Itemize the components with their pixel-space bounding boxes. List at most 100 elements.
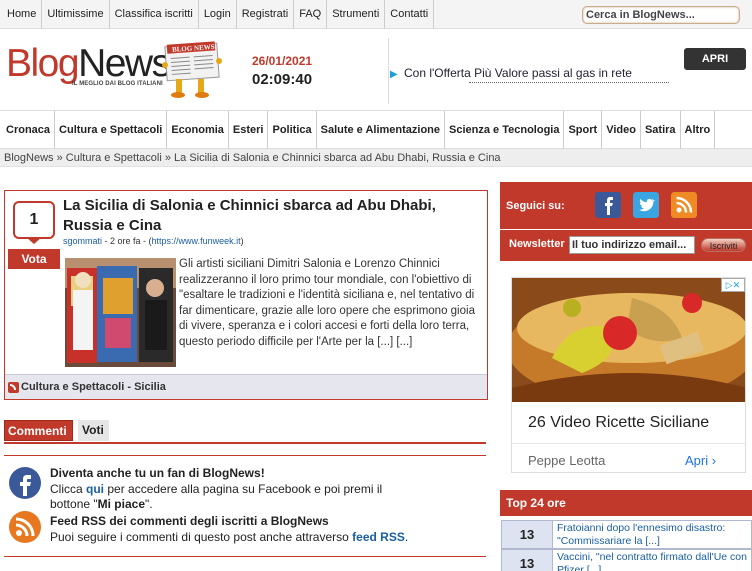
cat-sport[interactable]: Sport xyxy=(564,111,603,149)
vote-count-pointer xyxy=(26,237,42,244)
newsletter-bar: Newsletter Iscriviti xyxy=(500,230,752,261)
cat-video[interactable]: Video xyxy=(602,111,641,149)
nav-login[interactable]: Login xyxy=(199,0,237,29)
sidebar-ad-divider xyxy=(512,443,745,444)
facebook-icon[interactable] xyxy=(595,192,621,218)
breadcrumb-current: La Sicilia di Salonia e Chinnici sbarca … xyxy=(174,152,501,164)
article-image[interactable] xyxy=(65,258,176,367)
newsletter-email-input[interactable] xyxy=(569,236,695,254)
rss-feed-link[interactable]: feed RSS xyxy=(352,530,405,544)
article-meta: sgommati - 2 ore fa - (https://www.funwe… xyxy=(63,236,244,246)
article-author[interactable]: sgommati xyxy=(63,236,102,246)
current-time: 02:09:40 xyxy=(252,71,313,88)
cat-politica[interactable]: Politica xyxy=(268,111,317,149)
facebook-fan-line1a: Clicca xyxy=(50,481,87,496)
facebook-fan-heading: Diventa anche tu un fan di BlogNews! xyxy=(50,466,265,480)
breadcrumb-category[interactable]: Cultura e Spettacoli xyxy=(66,152,162,164)
facebook-fan-line2b: ". xyxy=(145,497,153,511)
logo[interactable]: BlogNews xyxy=(6,42,171,85)
article-time: - 2 ore fa - ( xyxy=(104,236,152,246)
article-title[interactable]: La Sicilia di Salonia e Chinnici sbarca … xyxy=(63,196,483,236)
sidebar-ad[interactable]: ▷✕ 26 Video Ricette Siciliane Peppe Leot… xyxy=(511,277,746,473)
twitter-icon[interactable] xyxy=(633,192,659,218)
nav-ultimissime[interactable]: Ultimissime xyxy=(42,0,110,29)
article-source-link[interactable]: https://www.funweek.it xyxy=(152,236,241,246)
breadcrumb-separator: » xyxy=(164,152,171,164)
sidebar-ad-open-link[interactable]: Apri › xyxy=(685,453,716,468)
facebook-fan-link[interactable]: qui xyxy=(86,482,104,496)
article-excerpt: Gli artisti siciliani Dimitri Salonia e … xyxy=(179,258,475,348)
top24-item[interactable]: 13 Vaccini, "nel contratto firmato dall'… xyxy=(501,549,752,571)
mi-piace-label: Mi piace xyxy=(97,497,145,511)
cat-cultura-e-spettacoli[interactable]: Cultura e Spettacoli xyxy=(55,111,168,149)
article-category[interactable]: Cultura e Spettacoli - Sicilia xyxy=(21,381,166,393)
newsletter-label: Newsletter xyxy=(509,238,565,250)
fan-box: Diventa anche tu un fan di BlogNews! Cli… xyxy=(4,455,486,555)
rss-fan-line-a: Puoi seguire i commenti di questo post a… xyxy=(50,529,353,544)
cat-altro[interactable]: Altro xyxy=(681,111,716,149)
nav-registrati[interactable]: Registrati xyxy=(237,0,295,29)
article-card: 1 Vota La Sicilia di Salonia e Chinnici … xyxy=(4,190,488,400)
facebook-icon[interactable] xyxy=(8,466,42,500)
facebook-fan-line2a: bottone " xyxy=(50,497,98,511)
top-ad-banner[interactable]: ▶ Con l'Offerta Più Valore passi al gas … xyxy=(388,38,752,104)
logo-blog: Blog xyxy=(6,42,80,85)
top-ad-text[interactable]: Con l'Offerta Più Valore passi al gas in… xyxy=(404,66,632,80)
top24-item-title[interactable]: Vaccini, "nel contratto firmato dall'Ue … xyxy=(557,551,751,571)
sidebar-ad-author: Peppe Leotta xyxy=(528,453,606,468)
cat-cronaca[interactable]: Cronaca xyxy=(0,111,56,149)
category-navigation: Cronaca Cultura e Spettacoli Economia Es… xyxy=(0,110,752,149)
tab-votes[interactable]: Voti xyxy=(78,420,109,441)
nav-home[interactable]: Home xyxy=(0,0,43,29)
cat-salute-e-alimentazione[interactable]: Salute e Alimentazione xyxy=(317,111,446,149)
logo-tagline: IL MEGLIO DAI BLOG ITALIANI xyxy=(72,81,163,87)
current-date: 26/01/2021 xyxy=(252,54,313,68)
tab-comments[interactable]: Commenti xyxy=(4,420,73,441)
top24-item-votes: 13 xyxy=(502,521,553,548)
article-category-bar: Cultura e Spettacoli - Sicilia xyxy=(5,374,487,399)
cat-scienza-e-tecnologia[interactable]: Scienza e Tecnologia xyxy=(445,111,565,149)
header: BlogNews IL MEGLIO DAI BLOG ITALIANI BLO… xyxy=(0,30,752,110)
comment-tabs: Commenti Voti xyxy=(4,420,486,444)
category-rss-icon xyxy=(8,382,19,393)
newsletter-subscribe-button[interactable]: Iscriviti xyxy=(701,238,746,252)
sidebar-ad-title[interactable]: 26 Video Ricette Siciliane xyxy=(528,414,709,432)
rss-icon[interactable] xyxy=(671,192,697,218)
top24-item[interactable]: 13 Fratoianni dopo l'ennesimo disastro: … xyxy=(501,520,752,549)
follow-us-label: Seguici su: xyxy=(506,200,565,212)
rss-fan-heading: Feed RSS dei commenti degli iscritti a B… xyxy=(50,514,329,528)
follow-us-bar: Seguici su: xyxy=(500,182,752,229)
facebook-fan-line1b: per accedere alla pagina su Facebook e p… xyxy=(104,481,383,496)
cat-esteri[interactable]: Esteri xyxy=(229,111,269,149)
cat-satira[interactable]: Satira xyxy=(641,111,681,149)
rss-fan-text: Feed RSS dei commenti degli iscritti a B… xyxy=(50,514,486,545)
nav-classifica-iscritti[interactable]: Classifica iscritti xyxy=(110,0,199,29)
newspaper-logo-icon: BLOG NEWS xyxy=(162,41,222,98)
breadcrumb-separator: » xyxy=(56,152,63,164)
vote-count: 1 xyxy=(13,201,55,239)
breadcrumb: BlogNews » Cultura e Spettacoli » La Sic… xyxy=(0,149,752,167)
article-source-close: ) xyxy=(240,236,244,246)
rss-icon[interactable] xyxy=(8,510,42,544)
top-navigation: Home Ultimissime Classifica iscritti Log… xyxy=(0,0,752,29)
top24-item-votes: 13 xyxy=(502,550,553,571)
ad-divider xyxy=(469,82,669,84)
chevron-right-icon: › xyxy=(711,453,717,468)
top-ad-open-button[interactable]: APRI xyxy=(684,48,746,70)
cat-economia[interactable]: Economia xyxy=(167,111,229,149)
sidebar-ad-open-label: Apri xyxy=(685,453,709,468)
top24-item-title[interactable]: Fratoianni dopo l'ennesimo disastro: "Co… xyxy=(557,522,751,549)
ad-food-image xyxy=(512,278,745,402)
nav-strumenti[interactable]: Strumenti xyxy=(327,0,386,29)
facebook-fan-text: Diventa anche tu un fan di BlogNews! Cli… xyxy=(50,466,486,513)
nav-contatti[interactable]: Contatti xyxy=(385,0,435,29)
ad-choices-icon[interactable]: ▷✕ xyxy=(721,278,745,292)
fan-box-divider xyxy=(4,556,486,557)
vote-button[interactable]: Vota xyxy=(8,249,60,269)
breadcrumb-home[interactable]: BlogNews xyxy=(4,152,54,164)
nav-faq[interactable]: FAQ xyxy=(294,0,328,29)
top24-header: Top 24 ore xyxy=(500,490,752,516)
rss-fan-line-b: . xyxy=(404,529,409,544)
search-input[interactable] xyxy=(582,6,740,24)
ad-arrow-icon: ▶ xyxy=(390,69,398,80)
